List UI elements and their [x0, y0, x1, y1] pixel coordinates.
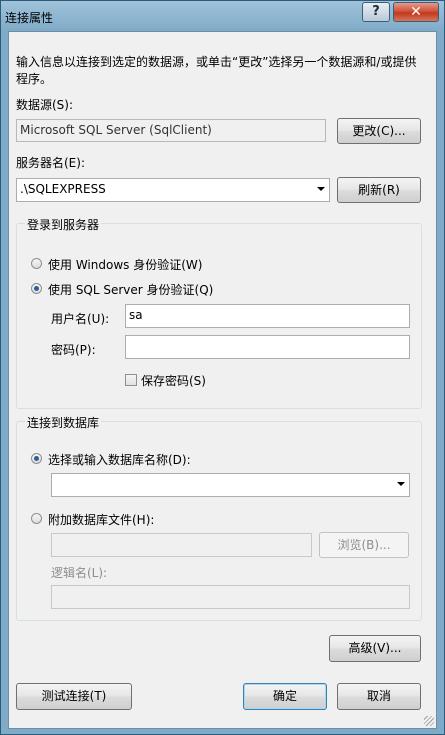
attach-file-label[interactable]: 附加数据库文件(H): [48, 511, 154, 528]
server-value: .\SQLEXPRESS [20, 182, 106, 196]
cancel-button[interactable]: 取消 [337, 683, 421, 710]
chevron-down-icon[interactable] [397, 482, 405, 486]
advanced-button[interactable]: 高级(V)... [329, 635, 421, 662]
windows-auth-label[interactable]: 使用 Windows 身份验证(W) [48, 256, 202, 273]
logical-name-input[interactable] [51, 585, 410, 609]
password-input[interactable] [125, 335, 410, 359]
browse-button[interactable]: 浏览(B)... [319, 532, 409, 558]
windows-auth-radio[interactable] [31, 258, 42, 269]
sql-auth-radio[interactable] [31, 283, 42, 294]
username-input[interactable]: sa [125, 304, 410, 328]
chevron-down-icon[interactable] [317, 187, 325, 191]
close-icon: ✕ [410, 4, 422, 20]
attach-file-input[interactable] [51, 533, 312, 557]
help-button[interactable]: ? [362, 2, 390, 22]
title-bar[interactable]: 连接属性 ? ✕ [1, 1, 444, 31]
username-label: 用户名(U): [51, 312, 110, 326]
connection-properties-dialog: 连接属性 ? ✕ 输入信息以连接到选定的数据源，或单击“更改”选择另一个数据源和… [0, 0, 445, 735]
select-db-label[interactable]: 选择或输入数据库名称(D): [48, 451, 191, 468]
dialog-body: 输入信息以连接到选定的数据源，或单击“更改”选择另一个数据源和/或提供程序。 数… [8, 31, 437, 729]
change-button[interactable]: 更改(C)... [337, 118, 421, 144]
close-button[interactable]: ✕ [393, 2, 439, 22]
attach-file-radio[interactable] [31, 513, 42, 524]
logical-name-label: 逻辑名(L): [51, 566, 108, 580]
ok-button[interactable]: 确定 [243, 683, 327, 710]
login-group: 登录到服务器 使用 Windows 身份验证(W) 使用 SQL Server … [16, 216, 422, 409]
database-group: 连接到数据库 选择或输入数据库名称(D): 附加数据库文件(H): 浏览(B).… [16, 414, 422, 621]
datasource-label: 数据源(S): [16, 98, 74, 112]
window-title: 连接属性 [5, 11, 54, 25]
server-label: 服务器名(E): [16, 156, 85, 170]
test-connection-button[interactable]: 测试连接(T) [16, 683, 132, 710]
description-text: 输入信息以连接到选定的数据源，或单击“更改”选择另一个数据源和/或提供程序。 [16, 55, 417, 86]
save-password-label[interactable]: 保存密码(S) [141, 372, 206, 389]
database-combobox[interactable] [51, 473, 410, 497]
password-label: 密码(P): [51, 343, 96, 357]
refresh-button[interactable]: 刷新(R) [337, 177, 421, 203]
sql-auth-label[interactable]: 使用 SQL Server 身份验证(Q) [48, 281, 213, 298]
login-group-title: 登录到服务器 [25, 216, 102, 233]
server-combobox[interactable]: .\SQLEXPRESS [16, 178, 330, 202]
select-db-radio[interactable] [31, 453, 42, 464]
database-group-title: 连接到数据库 [25, 414, 102, 431]
save-password-checkbox[interactable] [125, 374, 137, 386]
resize-grip[interactable] [424, 716, 434, 726]
datasource-value: Microsoft SQL Server (SqlClient) [16, 119, 326, 142]
